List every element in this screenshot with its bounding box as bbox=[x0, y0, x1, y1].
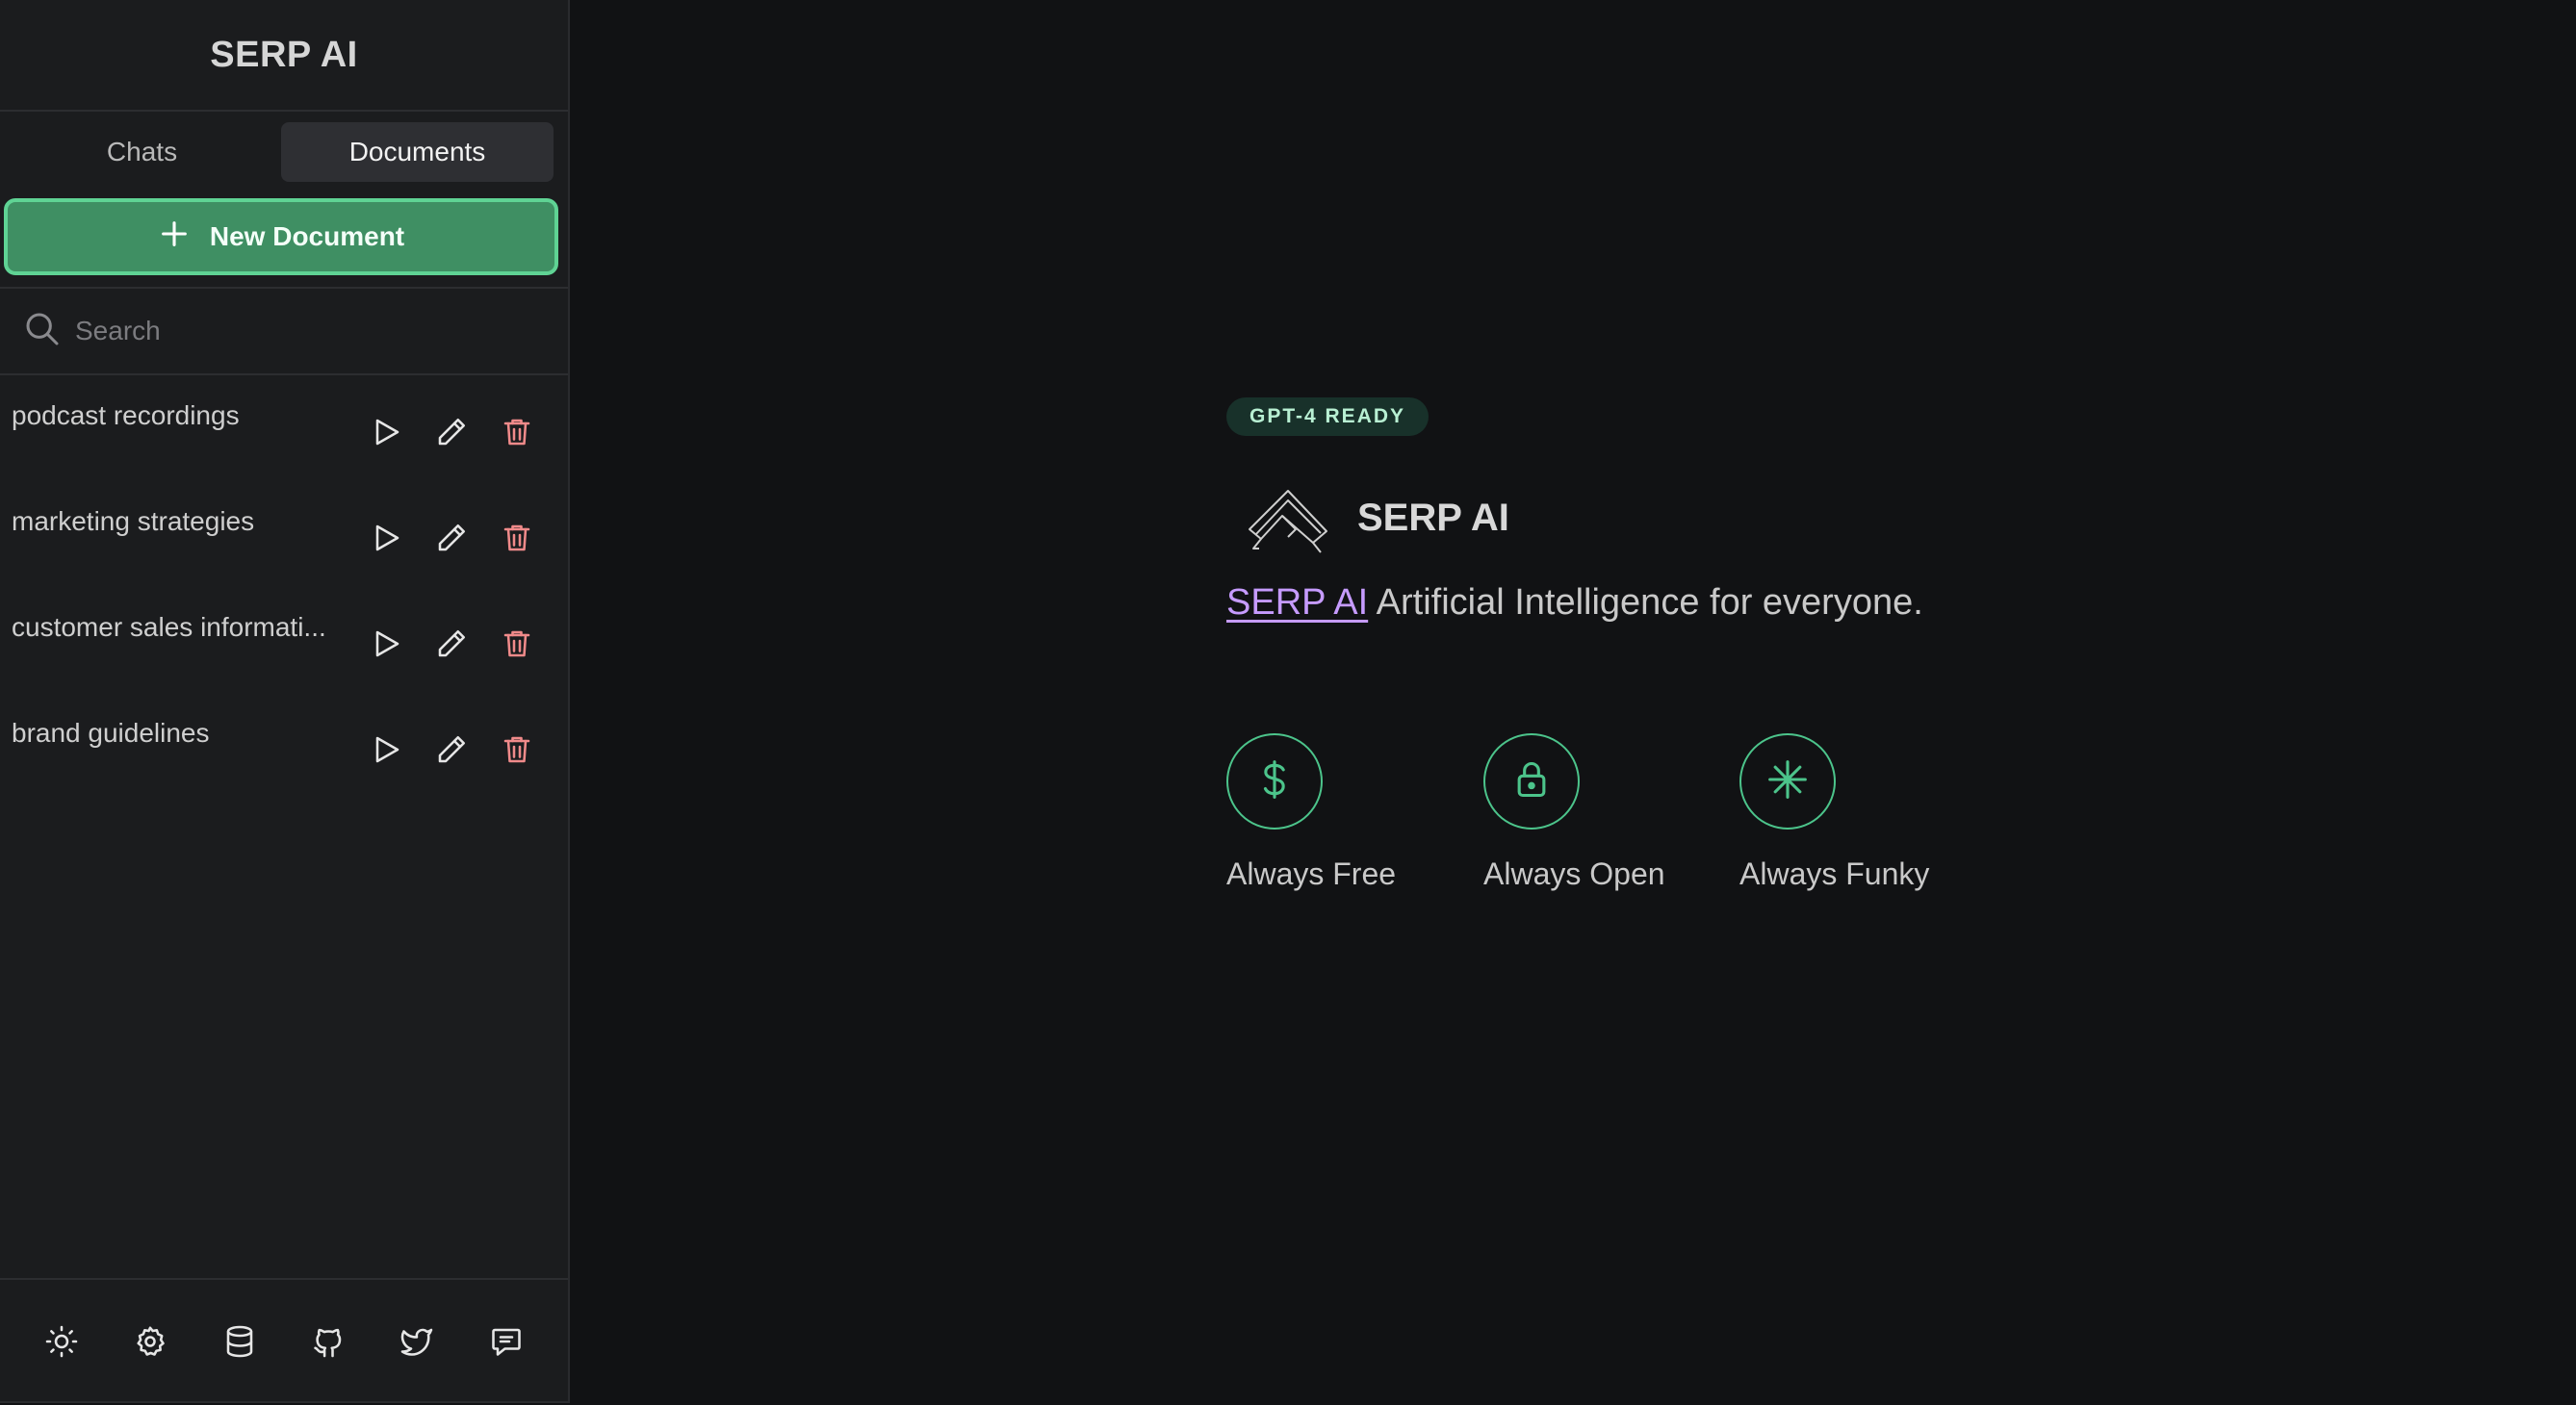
pencil-icon[interactable] bbox=[429, 622, 474, 666]
tab-documents[interactable]: Documents bbox=[281, 122, 554, 182]
sidebar-footer bbox=[0, 1278, 568, 1403]
trash-icon[interactable] bbox=[495, 622, 539, 666]
feature-circle bbox=[1483, 733, 1580, 830]
pencil-icon[interactable] bbox=[429, 516, 474, 560]
serp-logo-icon bbox=[1244, 481, 1330, 558]
pencil-icon[interactable] bbox=[429, 728, 474, 772]
trash-icon[interactable] bbox=[495, 410, 539, 454]
play-icon[interactable] bbox=[364, 728, 408, 772]
document-item[interactable]: brand guidelines bbox=[0, 695, 568, 801]
document-actions bbox=[364, 410, 539, 454]
sidebar-brand: SERP AI bbox=[0, 0, 568, 112]
chat-bubble-icon[interactable] bbox=[477, 1313, 535, 1370]
document-item[interactable]: customer sales informati... bbox=[0, 589, 568, 695]
pencil-icon[interactable] bbox=[429, 410, 474, 454]
lock-icon bbox=[1510, 758, 1553, 805]
document-name[interactable]: podcast recordings bbox=[12, 400, 350, 431]
plus-icon bbox=[158, 217, 191, 257]
sidebar: SERP AI Chats Documents New Document pod… bbox=[0, 0, 570, 1403]
tagline: SERP AI Artificial Intelligence for ever… bbox=[1226, 582, 1923, 624]
new-document-button[interactable]: New Document bbox=[4, 198, 558, 275]
document-actions bbox=[364, 622, 539, 666]
document-name[interactable]: marketing strategies bbox=[12, 506, 350, 537]
search-icon bbox=[23, 310, 62, 353]
asterisk-icon bbox=[1766, 758, 1809, 805]
sun-icon[interactable] bbox=[33, 1313, 90, 1370]
hero-title: SERP AI bbox=[1357, 497, 1509, 539]
feature-label: Always Open bbox=[1483, 856, 1665, 891]
feature-always-free: Always Free bbox=[1226, 733, 1438, 892]
new-document-label: New Document bbox=[209, 221, 405, 251]
document-actions bbox=[364, 516, 539, 560]
github-icon[interactable] bbox=[299, 1313, 357, 1370]
feature-label: Always Free bbox=[1226, 856, 1397, 891]
tab-chats[interactable]: Chats bbox=[6, 122, 278, 182]
document-actions bbox=[364, 728, 539, 772]
play-icon[interactable] bbox=[364, 410, 408, 454]
gpt4-ready-badge: GPT-4 READY bbox=[1226, 397, 1430, 436]
feature-circle bbox=[1226, 733, 1323, 830]
document-item[interactable]: marketing strategies bbox=[0, 483, 568, 589]
document-name[interactable]: customer sales informati... bbox=[12, 612, 350, 643]
app-window: SERP AI Chats Documents New Document pod… bbox=[0, 0, 2576, 1405]
sidebar-tabs: Chats Documents bbox=[0, 112, 568, 192]
search-bar bbox=[0, 289, 568, 375]
main-panel: GPT-4 READY SERP AI SERP AI Artificial I… bbox=[572, 0, 2576, 1405]
feature-circle bbox=[1739, 733, 1836, 830]
document-item[interactable]: podcast recordings bbox=[0, 377, 568, 483]
feature-always-funky: Always Funky bbox=[1739, 733, 1951, 892]
database-icon[interactable] bbox=[211, 1313, 269, 1370]
play-icon[interactable] bbox=[364, 622, 408, 666]
play-icon[interactable] bbox=[364, 516, 408, 560]
document-name[interactable]: brand guidelines bbox=[12, 718, 350, 749]
serp-ai-link[interactable]: SERP AI bbox=[1226, 582, 1368, 623]
feature-always-open: Always Open bbox=[1483, 733, 1695, 892]
trash-icon[interactable] bbox=[495, 516, 539, 560]
document-list: podcast recordings marketing strategies bbox=[0, 377, 568, 801]
tagline-text: Artificial Intelligence for everyone. bbox=[1368, 582, 1923, 623]
gear-icon[interactable] bbox=[121, 1313, 179, 1370]
feature-label: Always Funky bbox=[1739, 856, 1930, 891]
trash-icon[interactable] bbox=[495, 728, 539, 772]
search-input[interactable] bbox=[75, 316, 556, 346]
dollar-icon bbox=[1253, 758, 1296, 805]
twitter-icon[interactable] bbox=[388, 1313, 446, 1370]
